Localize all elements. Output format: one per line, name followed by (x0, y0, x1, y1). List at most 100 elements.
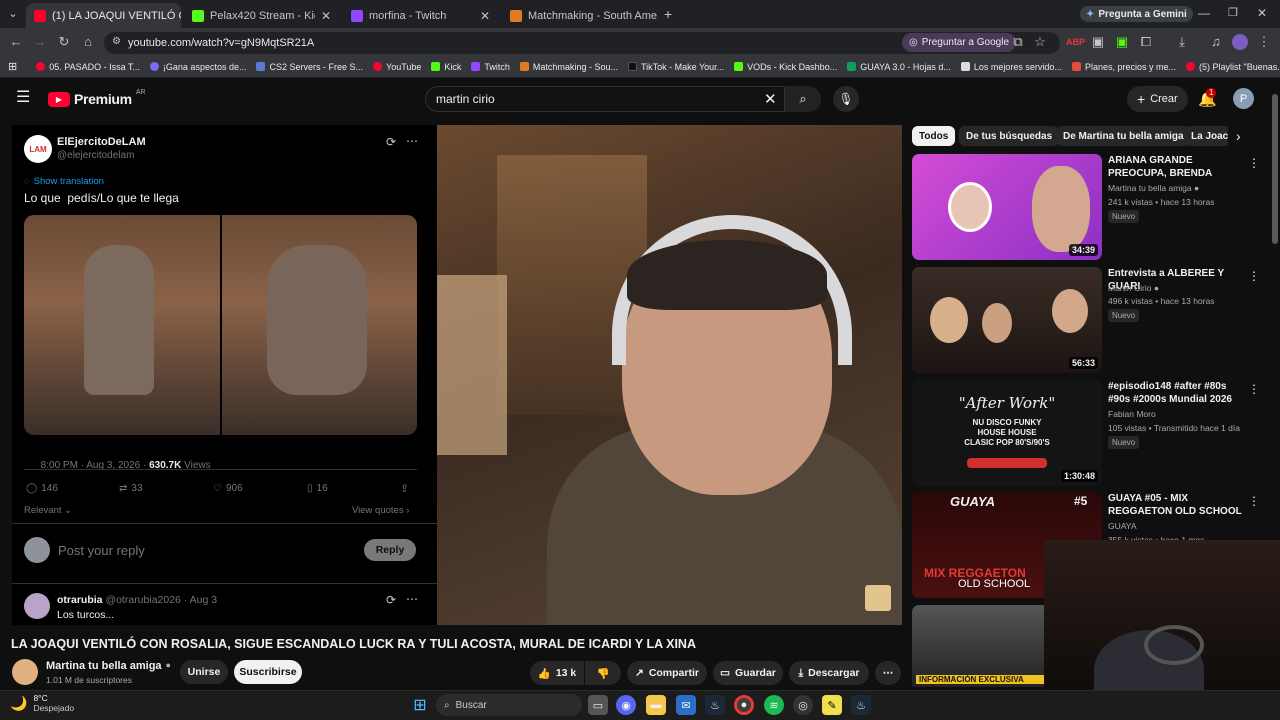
search-button[interactable]: ⌕ (785, 86, 821, 112)
bookmark-item[interactable]: Planes, precios y me... (1067, 62, 1181, 72)
chevron-right-icon[interactable]: › (1236, 128, 1241, 144)
bookmark-item[interactable]: Kick (426, 62, 466, 72)
video-thumbnail[interactable]: 56:33 (912, 267, 1102, 373)
browser-tab-matchmaking[interactable]: Matchmaking - South America ✕ (502, 3, 657, 28)
more-vert-icon[interactable]: ⋮ (1248, 156, 1260, 170)
thumbnail-face (930, 297, 968, 343)
file-explorer-icon[interactable]: ▬ (646, 695, 666, 715)
bookmark-item[interactable]: Twitch (466, 62, 515, 72)
share-button[interactable]: ↗ Compartir (627, 661, 707, 685)
reload-icon[interactable]: ↻ (56, 34, 72, 50)
save-button[interactable]: ▭ Guardar (713, 661, 783, 685)
windows-taskbar (0, 690, 1280, 720)
video-thumbnail[interactable]: "After Work" NU DISCO FUNKY HOUSE HOUSE … (912, 380, 1102, 486)
apps-grid-icon[interactable]: ⊞ (0, 60, 31, 73)
bookmark-item[interactable]: CS2 Servers - Free S... (251, 62, 368, 72)
bookmark-item[interactable]: 05. PASADO - Issa T... (31, 62, 145, 72)
chip-la-joaqui[interactable]: La Joac (1184, 126, 1228, 146)
browser-tab-kick[interactable]: Pelax420 Stream - Kick Dashbo ✕ (184, 3, 339, 28)
voice-search-button[interactable]: 🎙 (833, 86, 859, 112)
bookmark-item[interactable]: ¡Gana aspectos de... (145, 62, 252, 72)
bookmark-item[interactable]: VODs - Kick Dashbo... (729, 62, 842, 72)
bookmark-icon: ▭ (720, 667, 731, 679)
suggested-video[interactable]: 56:33 Entrevista a ALBEREE Y GUARI Marti… (912, 267, 1262, 373)
task-view-icon[interactable]: ▭ (588, 695, 608, 715)
dislike-button[interactable]: 👎 (585, 661, 621, 685)
bookmark-label: VODs - Kick Dashbo... (747, 61, 838, 72)
suggested-video[interactable]: "After Work" NU DISCO FUNKY HOUSE HOUSE … (912, 380, 1262, 486)
subscribe-button[interactable]: Suscribirse (234, 660, 302, 684)
clear-search-icon[interactable]: ✕ (764, 90, 777, 108)
weather-widget[interactable]: 🌙 8°C Despejado (10, 693, 74, 713)
scrollbar-thumb[interactable] (1272, 94, 1278, 244)
bookmark-item[interactable]: YouTube (368, 62, 426, 72)
chrome-menu-icon[interactable]: ⋮ (1256, 34, 1272, 50)
channel-avatar[interactable] (12, 659, 38, 685)
extension-icon[interactable]: ▣ (1090, 34, 1106, 50)
chip-de-martina[interactable]: De Martina tu bella amiga (1056, 126, 1191, 146)
back-icon[interactable]: ← (8, 34, 24, 50)
create-button[interactable]: + Crear (1127, 86, 1188, 112)
bookmark-item[interactable]: (5) Playlist "Buenas... (1181, 62, 1280, 72)
media-controls-icon[interactable]: ♫ (1208, 34, 1224, 50)
tweet-text: Lo que pedís/Lo que te llega (24, 191, 179, 205)
home-icon[interactable]: ⌂ (80, 34, 96, 50)
bookmark-item[interactable]: Los mejores servido... (956, 62, 1067, 72)
extension-icon[interactable]: ▣ (1114, 34, 1130, 50)
bookmark-label: ¡Gana aspectos de... (162, 61, 247, 72)
channel-name[interactable]: Martina tu bella amiga ● (46, 660, 171, 672)
browser-tab-twitch[interactable]: morfina - Twitch ✕ (343, 3, 498, 28)
windows-start-icon[interactable]: ⊞ (410, 695, 430, 715)
forward-icon[interactable]: → (32, 34, 48, 50)
download-button[interactable]: ⤓ Descargar (789, 661, 869, 685)
chrome-icon[interactable]: ● (734, 695, 754, 715)
video-player[interactable]: LAM ElEjercitoDeLAM @elejercitodelam ⟳ ⋯… (12, 125, 902, 625)
minimize-icon[interactable]: — (1198, 6, 1210, 20)
video-thumbnail[interactable]: INFORMACIÓN EXCLUSIVA (912, 605, 1044, 687)
reply-icon: ◯ (26, 483, 38, 494)
share-icon: ⇪ (400, 483, 410, 495)
profile-avatar-icon[interactable] (1232, 34, 1248, 50)
steam-app-icon[interactable]: ♨ (851, 695, 871, 715)
hamburger-menu-icon[interactable]: ☰ (16, 90, 30, 106)
close-window-icon[interactable]: ✕ (1257, 6, 1267, 20)
install-app-icon[interactable]: ⧉ (1010, 34, 1026, 50)
gemini-button[interactable]: ✦ Pregunta a Gemini (1080, 6, 1193, 22)
site-info-icon[interactable]: ⚙ (112, 36, 121, 47)
maximize-icon[interactable]: ❐ (1228, 6, 1238, 19)
chip-todos[interactable]: Todos (912, 126, 956, 146)
obs-icon[interactable]: ◎ (793, 695, 813, 715)
more-vert-icon[interactable]: ⋮ (1248, 494, 1260, 508)
steam-icon[interactable]: ♨ (705, 695, 725, 715)
extensions-puzzle-icon[interactable]: ⧠ (1138, 34, 1154, 50)
join-button[interactable]: Unirse (180, 660, 228, 684)
youtube-logo[interactable]: ▶ Premium AR (48, 89, 146, 107)
tab-search-icon[interactable]: ⌄ (6, 7, 20, 21)
chip-de-tus-busquedas[interactable]: De tus búsquedas (959, 126, 1060, 146)
adblock-extension-icon[interactable]: ABP (1066, 34, 1085, 50)
youtube-play-icon: ▶ (48, 91, 70, 107)
close-tab-icon[interactable]: ✕ (480, 9, 490, 23)
discord-icon[interactable]: ◉ (616, 695, 636, 715)
close-tab-icon[interactable]: ✕ (321, 9, 331, 23)
bookmark-item[interactable]: Matchmaking - Sou... (515, 62, 623, 72)
spotify-icon[interactable]: ≋ (764, 695, 784, 715)
new-tab-icon[interactable]: + (664, 6, 672, 22)
editor-icon[interactable]: ✎ (822, 695, 842, 715)
suggested-video[interactable]: 34:39 ARIANA GRANDE PREOCUPA, BRENDA ASN… (912, 154, 1262, 260)
browser-tab-youtube[interactable]: (1) LA JOAQUI VENTILÓ CO 🔊 ✕ (26, 3, 181, 28)
account-avatar[interactable]: P (1233, 88, 1254, 109)
more-vert-icon[interactable]: ⋮ (1248, 269, 1260, 283)
more-actions-button[interactable]: ⋯ (875, 661, 901, 685)
downloads-icon[interactable]: ⤓ (1174, 34, 1190, 50)
outlook-icon[interactable]: ✉ (676, 695, 696, 715)
bookmark-item[interactable]: TikTok - Make Your... (623, 62, 729, 72)
bookmark-item[interactable]: GUAYA 3.0 - Hojas d... (842, 62, 956, 72)
more-vert-icon[interactable]: ⋮ (1248, 382, 1260, 396)
bookmark-star-icon[interactable]: ☆ (1032, 34, 1048, 50)
like-button[interactable]: 👍 13 k (530, 661, 584, 685)
taskbar-search[interactable]: ⌕ Buscar (436, 694, 582, 716)
search-input[interactable]: martin cirio ✕ (425, 86, 785, 112)
video-thumbnail[interactable]: 34:39 (912, 154, 1102, 260)
ask-google-button[interactable]: ◎ Preguntar a Google (902, 33, 1017, 52)
